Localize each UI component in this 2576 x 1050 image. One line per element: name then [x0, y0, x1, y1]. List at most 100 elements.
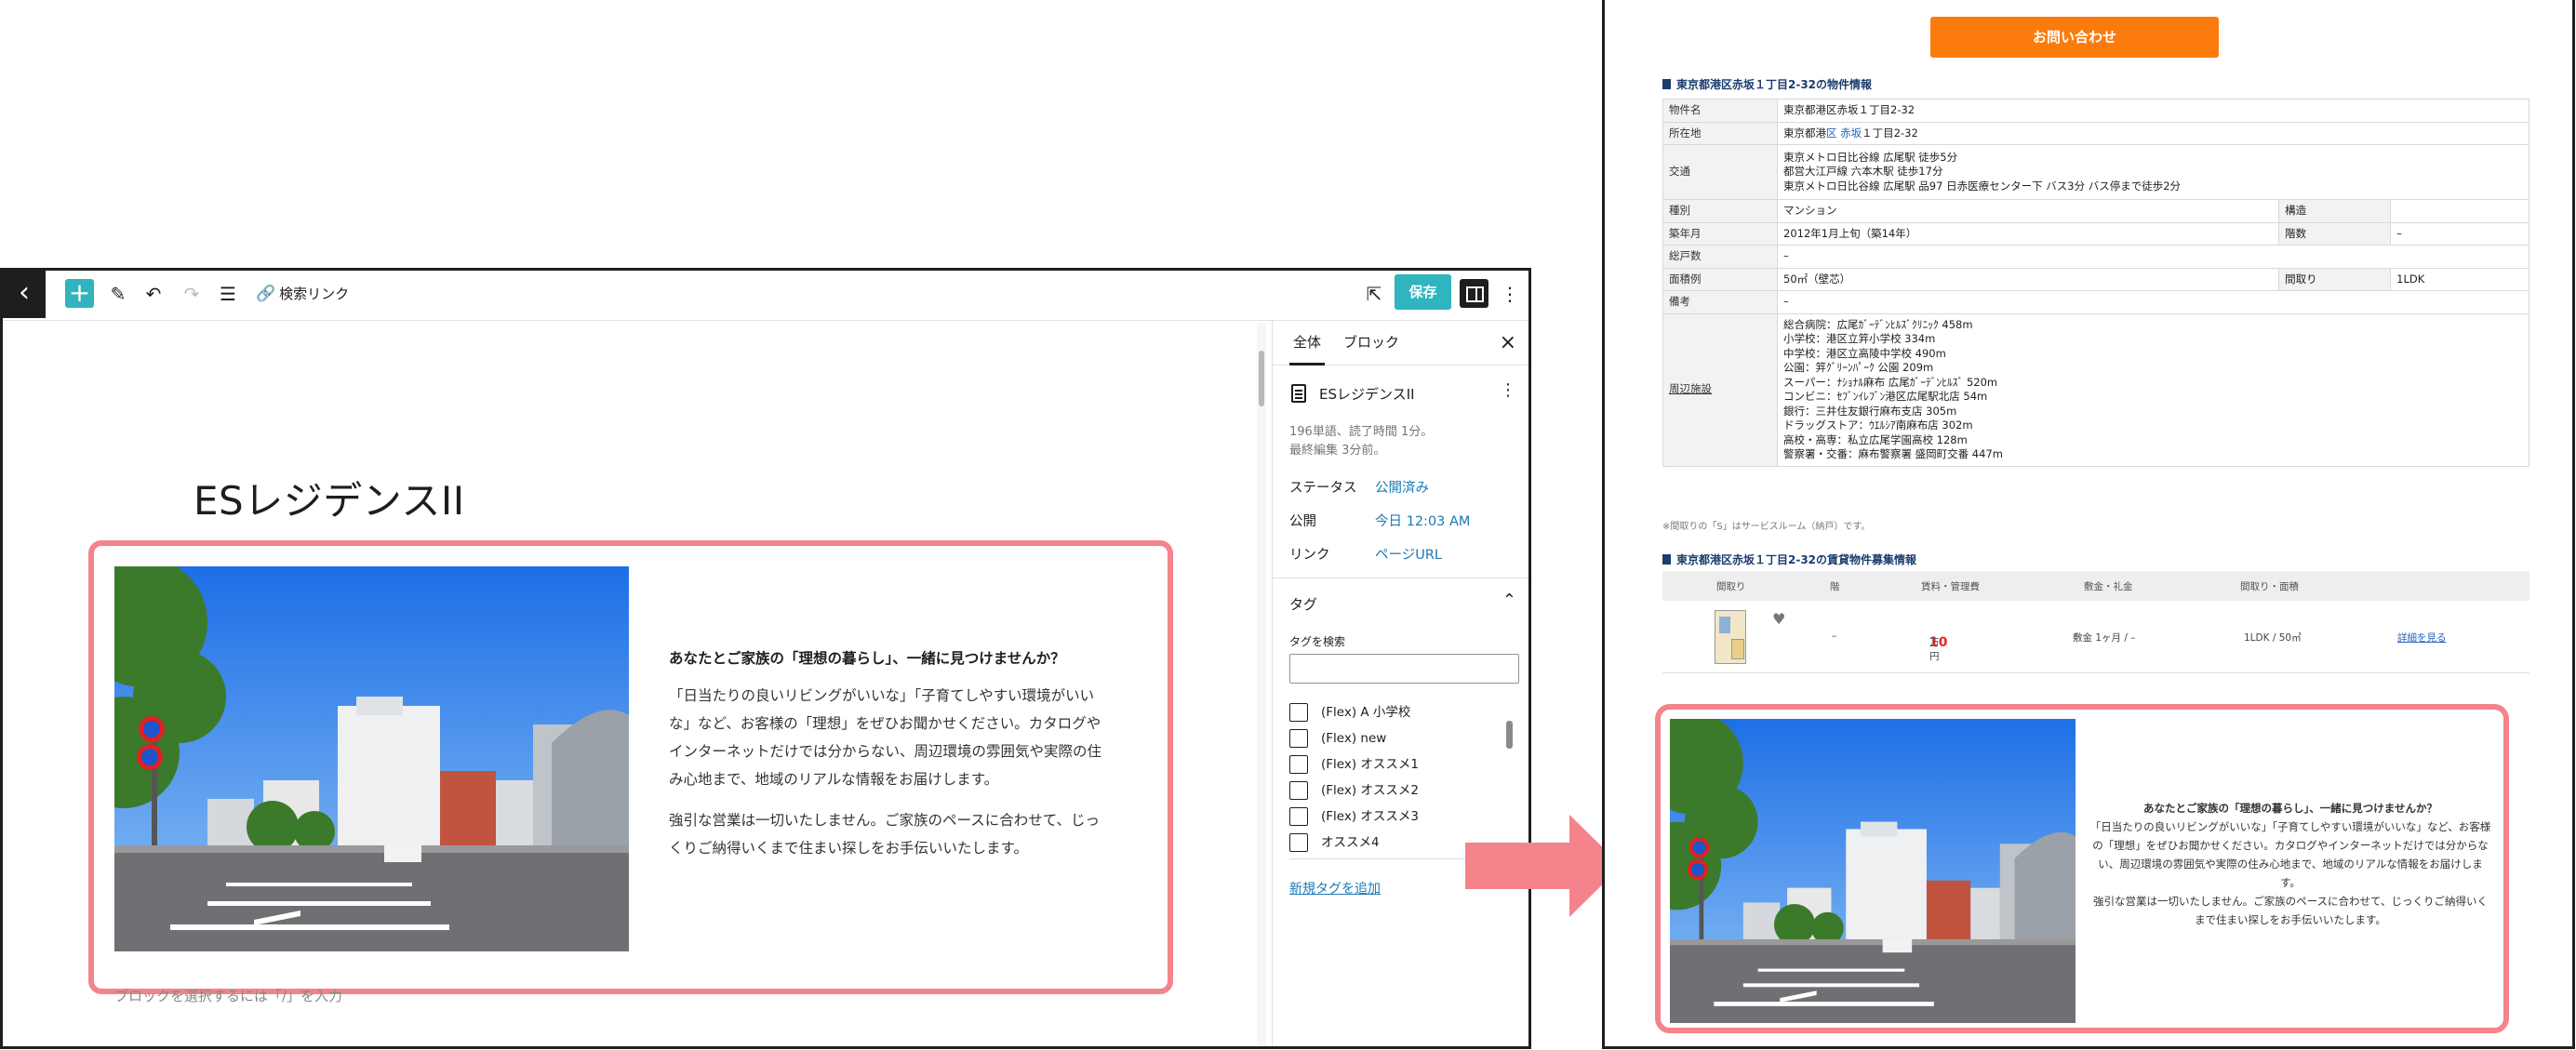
address-link[interactable]: 区 赤坂 [1826, 126, 1862, 140]
editor-toolbar: ‹ + ✎ ↶ ↷ ☰ 🔗 検索リンク ⇱ 保存 ⋮ [3, 271, 1528, 321]
link-value[interactable]: ページURL [1375, 544, 1442, 564]
street-photo-image [1670, 719, 2075, 1023]
street-photo-image [114, 566, 629, 951]
property-surroundings: 総合病院：広尾ｶﾞｰﾃﾞﾝﾋﾙｽﾞｸﾘﾆｯｸ 458m 小学校：港区立笄小学校 3… [1777, 312, 2529, 467]
rent-section-title: 東京都港区赤坂１丁目2-32の賃貸物件募集情報 [1662, 552, 1916, 567]
link-icon: 🔗 [256, 285, 276, 303]
table-label: 間取り [2278, 267, 2392, 291]
search-link-button[interactable]: 🔗 検索リンク [256, 280, 349, 308]
preview-block-text: あなたとご家族の「理想の暮らし」、一緒に見つけませんか？ 「日当たりの良いリビン… [2089, 799, 2492, 929]
status-label: ステータス [1289, 481, 1357, 496]
editor-canvas: ESレジデンスII あなたとご家族の「理想の暮らし」、一緒に見つけませんか？ 「… [3, 321, 1266, 1046]
table-label: 構造 [2278, 199, 2392, 223]
add-block-button[interactable]: + [65, 279, 94, 308]
pen-tool-icon[interactable]: ✎ [105, 280, 131, 308]
tag-checkbox-item[interactable]: オススメ4 [1289, 832, 1380, 855]
block-appender-hint[interactable]: ブロックを選択するには「/」を入力 [114, 986, 342, 1005]
floorplan-thumbnail[interactable] [1715, 610, 1746, 664]
property-info-table: 物件名 東京都港区赤坂１丁目2-32 所在地 東京都港区 赤坂１丁目2-32 交通東… [1662, 99, 2529, 467]
document-overview-icon[interactable]: ☰ [215, 280, 241, 308]
table-label: 総戸数 [1662, 245, 1778, 269]
street-photo[interactable] [114, 566, 629, 951]
checkbox[interactable] [1289, 729, 1308, 748]
table-label: 備考 [1662, 290, 1778, 314]
tag-checkbox-item[interactable]: (Flex) オススメ1 [1289, 754, 1419, 777]
tab-block[interactable]: ブロック [1343, 321, 1399, 366]
back-button[interactable]: ‹ [3, 271, 46, 318]
close-icon[interactable]: × [1500, 330, 1516, 356]
more-options-icon[interactable]: ⋮ [1500, 380, 1516, 400]
tag-search-input[interactable] [1289, 654, 1519, 684]
property-floors: – [2390, 221, 2529, 246]
checkbox[interactable] [1289, 833, 1308, 852]
tag-checkbox-item[interactable]: (Flex) オススメ3 [1289, 806, 1419, 829]
tag-checkbox-item[interactable]: (Flex) new [1289, 728, 1386, 751]
block-text-column[interactable]: あなたとご家族の「理想の暮らし」、一緒に見つけませんか？ 「日当たりの良いリビン… [669, 645, 1106, 875]
media-text-block-preview: あなたとご家族の「理想の暮らし」、一緒に見つけませんか？ 「日当たりの良いリビン… [1655, 704, 2509, 1033]
property-transit: 東京メトロ日比谷線 広尾駅 徒歩5分 都営大江戸線 六本木駅 徒歩17分 東京メトロ… [1777, 144, 2529, 200]
street-photo [1670, 719, 2075, 1023]
block-editor-window: ‹ + ✎ ↶ ↷ ☰ 🔗 検索リンク ⇱ 保存 ⋮ ESレジデンスII あなた… [0, 268, 1531, 1049]
property-structure [2390, 199, 2529, 223]
word-count: 196単語、読了時間 1分。 [1289, 425, 1434, 439]
table-label: 面積例 [1662, 267, 1778, 291]
page-icon [1291, 384, 1306, 403]
property-name: 東京都港区赤坂１丁目2-32 [1777, 99, 2529, 123]
contact-button[interactable]: お問い合わせ [1930, 17, 2219, 58]
preview-heading: あなたとご家族の「理想の暮らし」、一緒に見つけませんか？ [2143, 802, 2437, 815]
document-title: ESレジデンスII [1319, 386, 1415, 403]
checkbox[interactable] [1289, 807, 1308, 826]
property-section-title: 東京都港区赤坂１丁目2-32の物件情報 [1662, 76, 1872, 92]
link-label: リンク [1289, 548, 1330, 563]
checkbox[interactable] [1289, 703, 1308, 722]
table-label: 階数 [2278, 221, 2392, 246]
layout-note: ※間取りの「S」はサービスルーム（納戸）です。 [1662, 522, 1871, 532]
tab-document[interactable]: 全体 [1289, 321, 1326, 366]
checkbox[interactable] [1289, 781, 1308, 800]
undo-icon[interactable]: ↶ [140, 280, 167, 308]
page-preview: お問い合わせ 東京都港区赤坂１丁目2-32の物件情報 物件名 東京都港区赤坂１丁目… [1602, 0, 2575, 1049]
block-heading[interactable]: あなたとご家族の「理想の暮らし」、一緒に見つけませんか？ [669, 645, 1106, 672]
arrow-right-icon [1465, 815, 1622, 917]
view-external-icon[interactable]: ⇱ [1361, 280, 1387, 308]
chevron-up-icon[interactable]: ⌃ [1502, 591, 1516, 610]
rent-table-header: 間取り 階 賃料・管理費 敷金・礼金 間取り・面積 [1662, 571, 2529, 601]
property-area: 50㎡（壁芯） [1776, 267, 2280, 291]
table-label: 所在地 [1662, 121, 1778, 145]
tag-checkbox-item[interactable]: (Flex) A 小学校 [1289, 702, 1410, 724]
property-layout: 1LDK [2390, 267, 2529, 291]
sidebar-tabs: 全体 ブロック × [1273, 321, 1528, 366]
property-address: 東京都港区 赤坂１丁目2-32 [1777, 121, 2529, 145]
block-paragraph-1[interactable]: 「日当たりの良いリビングがいいな」「子育てしやすい環境がいいな」など、お客様の「… [669, 682, 1106, 793]
post-title[interactable]: ESレジデンスII [194, 470, 465, 526]
status-value[interactable]: 公開済み [1375, 477, 1429, 497]
surroundings-link[interactable]: 周辺施設 [1662, 312, 1778, 467]
settings-panel-toggle[interactable] [1460, 279, 1488, 308]
property-type: マンション [1776, 199, 2280, 223]
rent-table-row[interactable]: ♥ – 10 万円 敷金 1ヶ月 / – 1LDK / 50㎡ 詳細を見る [1662, 603, 2529, 673]
block-paragraph-2[interactable]: 強引な営業は一切いたしません。ご家族のペースに合わせて、じっくりご納得いくまで住… [669, 806, 1106, 862]
document-icon [1662, 79, 1671, 89]
more-options-icon[interactable]: ⋮ [1497, 280, 1523, 308]
tags-panel-title[interactable]: タグ [1289, 594, 1317, 614]
detail-link[interactable]: 詳細を見る [2397, 631, 2447, 645]
save-button[interactable]: 保存 [1395, 274, 1451, 310]
publish-value[interactable]: 今日 12:03 AM [1375, 511, 1470, 530]
last-edited: 最終編集 3分前。 [1289, 444, 1386, 458]
table-label: 種別 [1662, 199, 1778, 223]
tag-search-label: タグを検索 [1289, 635, 1346, 648]
property-units: – [1777, 245, 2529, 269]
publish-label: 公開 [1289, 514, 1316, 529]
table-label: 築年月 [1662, 221, 1778, 246]
preview-paragraph-2: 強引な営業は一切いたしません。ご家族のペースに合わせて、じっくりご納得いくまで住… [2092, 895, 2488, 926]
redo-icon[interactable]: ↷ [179, 280, 205, 308]
media-text-block[interactable]: あなたとご家族の「理想の暮らし」、一緒に見つけませんか？ 「日当たりの良いリビン… [88, 540, 1173, 994]
favorite-heart-icon[interactable]: ♥ [1772, 610, 1785, 628]
checkbox[interactable] [1289, 755, 1308, 774]
add-new-tag-link[interactable]: 新規タグを追加 [1289, 879, 1381, 897]
settings-sidebar: 全体 ブロック × ESレジデンスII ⋮ 196単語、読了時間 1分。 最終編… [1272, 321, 1528, 1046]
canvas-scrollbar[interactable] [1257, 323, 1266, 1046]
preview-paragraph-1: 「日当たりの良いリビングがいいな」「子育てしやすい環境がいいな」など、お客様の「… [2089, 820, 2491, 889]
tag-checkbox-item[interactable]: (Flex) オススメ2 [1289, 780, 1419, 803]
property-built: 2012年1月上旬（築14年） [1776, 221, 2280, 246]
